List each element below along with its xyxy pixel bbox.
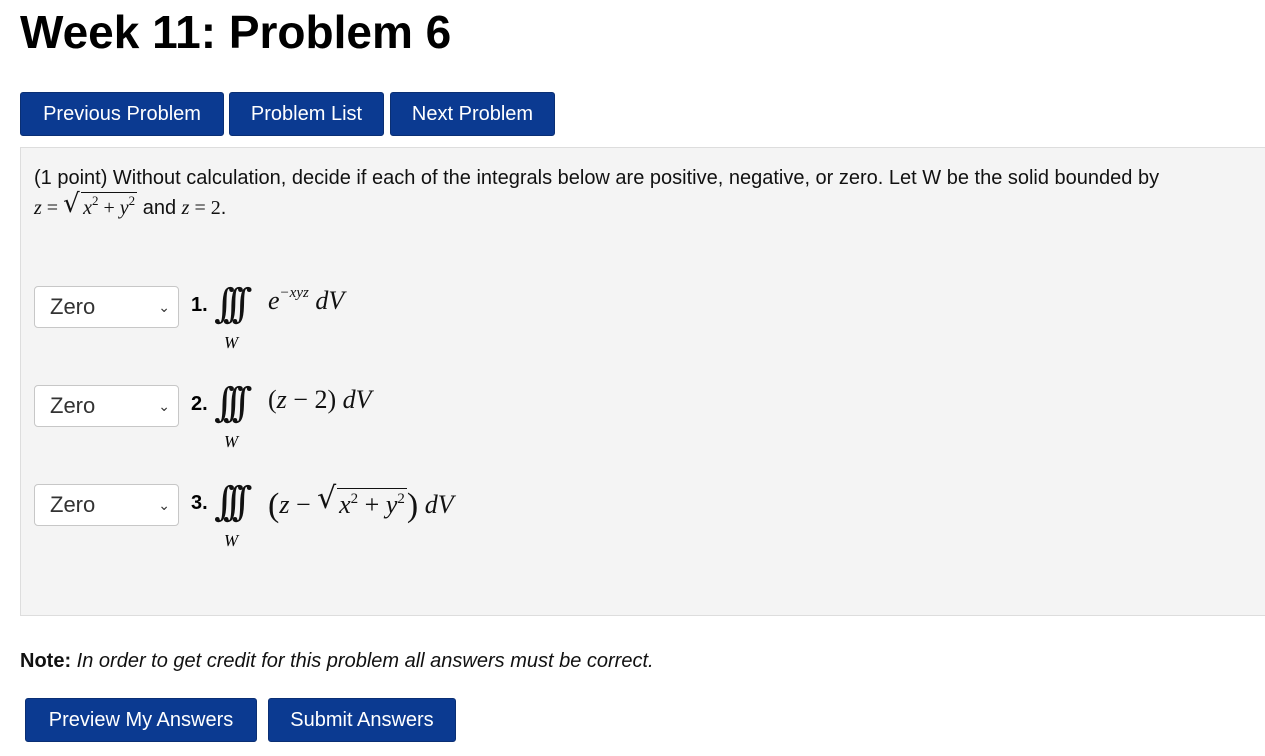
chevron-down-icon: ⌄ <box>158 497 170 513</box>
answer-select-1[interactable]: Zero ⌄ <box>34 286 179 328</box>
intro-and: and <box>142 197 177 219</box>
answer-select-3[interactable]: Zero ⌄ <box>34 484 179 526</box>
problem-statement: (1 point) Without calculation, decide if… <box>34 164 1254 222</box>
plane-equation: z = 2 <box>181 197 221 219</box>
note: Note: In order to get credit for this pr… <box>20 650 654 673</box>
answer-select-3-value: Zero <box>50 492 96 517</box>
next-problem-button[interactable]: Next Problem <box>390 92 555 136</box>
answer-select-1-value: Zero <box>50 294 96 319</box>
submit-answers-button[interactable]: Submit Answers <box>268 698 456 742</box>
integrand-2: (z − 2) dV <box>268 385 372 414</box>
item-number-1: 1. <box>191 294 208 316</box>
integrand-1: e−xyz dV <box>268 285 345 316</box>
integrand-3: (z − √ x2 + y2) dV <box>268 481 454 525</box>
integral-region-3: W <box>224 531 239 550</box>
sqrt-expression: √ x2 + y2 <box>317 481 407 519</box>
note-label: Note: <box>20 650 72 672</box>
chevron-down-icon: ⌄ <box>158 299 170 315</box>
item-number-3: 3. <box>191 492 208 514</box>
triple-integral-1: ∫∫∫ <box>214 281 252 327</box>
sqrt-expression: √ x2 + y2 <box>63 189 138 222</box>
triple-integral-3: ∫∫∫ <box>214 479 252 525</box>
chevron-down-icon: ⌄ <box>158 398 170 414</box>
surface-equation: z = √ x2 + y2 <box>34 189 138 219</box>
integral-region-1: W <box>224 333 239 352</box>
triple-integral-2: ∫∫∫ <box>214 380 252 426</box>
problem-intro-text: (1 point) Without calculation, decide if… <box>34 167 1160 189</box>
preview-answers-button[interactable]: Preview My Answers <box>25 698 257 742</box>
problem-list-button[interactable]: Problem List <box>229 92 384 136</box>
item-number-2: 2. <box>191 393 208 415</box>
intro-end: . <box>220 197 227 219</box>
answer-select-2[interactable]: Zero ⌄ <box>34 385 179 427</box>
page-title: Week 11: Problem 6 <box>20 6 452 58</box>
previous-problem-button[interactable]: Previous Problem <box>20 92 224 136</box>
page: Week 11: Problem 6 Previous Problem Prob… <box>0 0 1265 756</box>
integral-region-2: W <box>224 432 239 451</box>
answer-select-2-value: Zero <box>50 393 96 418</box>
note-text: In order to get credit for this problem … <box>76 650 654 672</box>
